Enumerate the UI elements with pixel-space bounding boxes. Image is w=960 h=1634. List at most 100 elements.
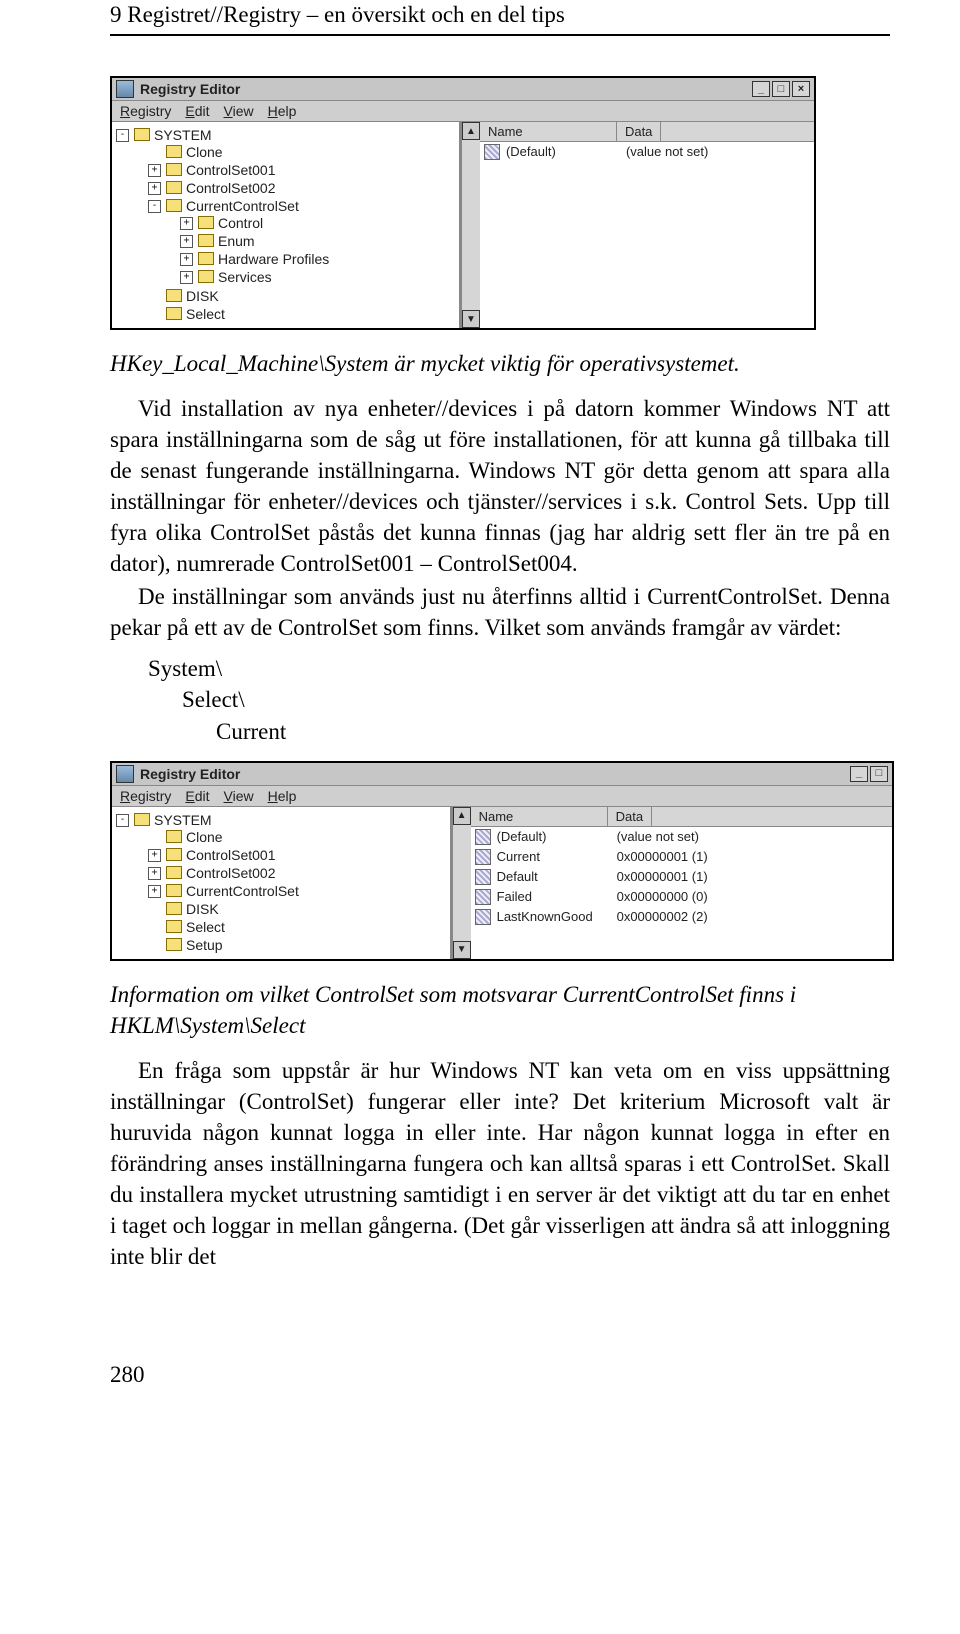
tree-node: ControlSet001 [186, 847, 276, 863]
scroll-up-icon: ▲ [462, 122, 480, 140]
collapse-icon: - [148, 200, 161, 213]
app-icon [116, 80, 134, 98]
folder-icon [166, 830, 182, 843]
value-data: 0x00000001 (1) [617, 869, 888, 885]
minimize-icon: _ [850, 766, 868, 782]
folder-icon [134, 813, 150, 826]
list-row: (Default) (value not set) [480, 142, 814, 162]
body-paragraph: En fråga som uppstår är hur Windows NT k… [110, 1055, 890, 1272]
folder-icon [166, 902, 182, 915]
menu-item: Help [268, 103, 297, 119]
header-rule [110, 34, 890, 36]
body-paragraph: De inställningar som används just nu åte… [110, 581, 890, 643]
path-block: System\ Select\ Current [148, 653, 890, 746]
menu-bar: Registry Edit View Help [112, 786, 892, 807]
tree-node: CurrentControlSet [186, 198, 299, 214]
dword-value-icon [475, 889, 491, 905]
folder-icon [166, 848, 182, 861]
menu-item: Help [268, 788, 297, 804]
collapse-icon: - [116, 129, 129, 142]
menu-item: View [224, 788, 254, 804]
expand-icon: + [148, 867, 161, 880]
figure-caption: Information om vilket ControlSet som mot… [110, 979, 890, 1041]
dword-value-icon [475, 849, 491, 865]
value-data: 0x00000002 (2) [617, 909, 888, 925]
value-name: LastKnownGood [497, 909, 617, 925]
value-name: Default [497, 869, 617, 885]
collapse-icon: - [116, 814, 129, 827]
tree-node: Enum [218, 233, 255, 249]
tree-node: ControlSet002 [186, 865, 276, 881]
folder-icon [166, 938, 182, 951]
window-titlebar: Registry Editor _ □ [112, 763, 892, 786]
column-header: Name [480, 122, 617, 141]
folder-icon [198, 252, 214, 265]
folder-icon [166, 920, 182, 933]
body-paragraph: Vid installation av nya enheter//devices… [110, 393, 890, 579]
menu-item: View [224, 103, 254, 119]
page-number: 280 [110, 1362, 890, 1388]
list-row: Default0x00000001 (1) [471, 867, 892, 887]
expand-icon: + [148, 849, 161, 862]
expand-icon: + [180, 217, 193, 230]
tree-node: DISK [186, 288, 219, 304]
folder-icon [166, 199, 182, 212]
folder-icon [198, 270, 214, 283]
app-icon [116, 765, 134, 783]
string-value-icon [484, 144, 500, 160]
list-row: Current0x00000001 (1) [471, 847, 892, 867]
path-line: Select\ [148, 684, 890, 715]
scrollbar: ▲▼ [452, 807, 471, 959]
list-row: (Default)(value not set) [471, 827, 892, 847]
dword-value-icon [475, 869, 491, 885]
tree-node: Services [218, 269, 272, 285]
folder-icon [166, 181, 182, 194]
path-line: System\ [148, 653, 890, 684]
screenshot-regedit-2: Registry Editor _ □ Registry Edit View H… [110, 761, 894, 961]
window-title: Registry Editor [140, 766, 240, 782]
screenshot-regedit-1: Registry Editor _ □ × Registry Edit View… [110, 76, 816, 330]
tree-node: Clone [186, 144, 223, 160]
window-titlebar: Registry Editor _ □ × [112, 78, 814, 101]
tree-node: CurrentControlSet [186, 883, 299, 899]
scroll-up-icon: ▲ [453, 807, 471, 825]
tree-node: ControlSet002 [186, 180, 276, 196]
column-header: Data [617, 122, 661, 141]
tree-node: SYSTEM [154, 812, 212, 828]
path-line: Current [148, 716, 890, 747]
tree-node: Control [218, 215, 263, 231]
expand-icon: + [180, 235, 193, 248]
folder-icon [166, 866, 182, 879]
list-pane: Name Data (Default) (value not set) [480, 122, 814, 328]
dword-value-icon [475, 909, 491, 925]
value-name: Current [497, 849, 617, 865]
tree-node: Select [186, 919, 225, 935]
scroll-down-icon: ▼ [453, 941, 471, 959]
folder-icon [198, 234, 214, 247]
value-data: (value not set) [626, 144, 810, 160]
figure-caption: HKey_Local_Machine\System är mycket vikt… [110, 348, 890, 379]
column-header: Name [471, 807, 608, 826]
menu-item: Edit [185, 103, 209, 119]
folder-icon [166, 163, 182, 176]
tree-pane: -SYSTEM Clone +ControlSet001 +ControlSet… [112, 122, 461, 328]
value-data: 0x00000001 (1) [617, 849, 888, 865]
value-name: (Default) [497, 829, 617, 845]
value-name: Failed [497, 889, 617, 905]
value-data: 0x00000000 (0) [617, 889, 888, 905]
scroll-down-icon: ▼ [462, 310, 480, 328]
close-icon: × [792, 81, 810, 97]
maximize-icon: □ [772, 81, 790, 97]
tree-node: Setup [186, 937, 223, 953]
column-header: Data [608, 807, 652, 826]
expand-icon: + [180, 253, 193, 266]
menu-item: Registry [120, 103, 171, 119]
menu-bar: Registry Edit View Help [112, 101, 814, 122]
window-buttons: _ □ [850, 766, 888, 782]
menu-item: Edit [185, 788, 209, 804]
tree-node: Clone [186, 829, 223, 845]
list-row: Failed0x00000000 (0) [471, 887, 892, 907]
list-row: LastKnownGood0x00000002 (2) [471, 907, 892, 927]
expand-icon: + [180, 271, 193, 284]
tree-pane: - SYSTEM Clone + ControlSet001 + ControlSet… [112, 807, 452, 959]
